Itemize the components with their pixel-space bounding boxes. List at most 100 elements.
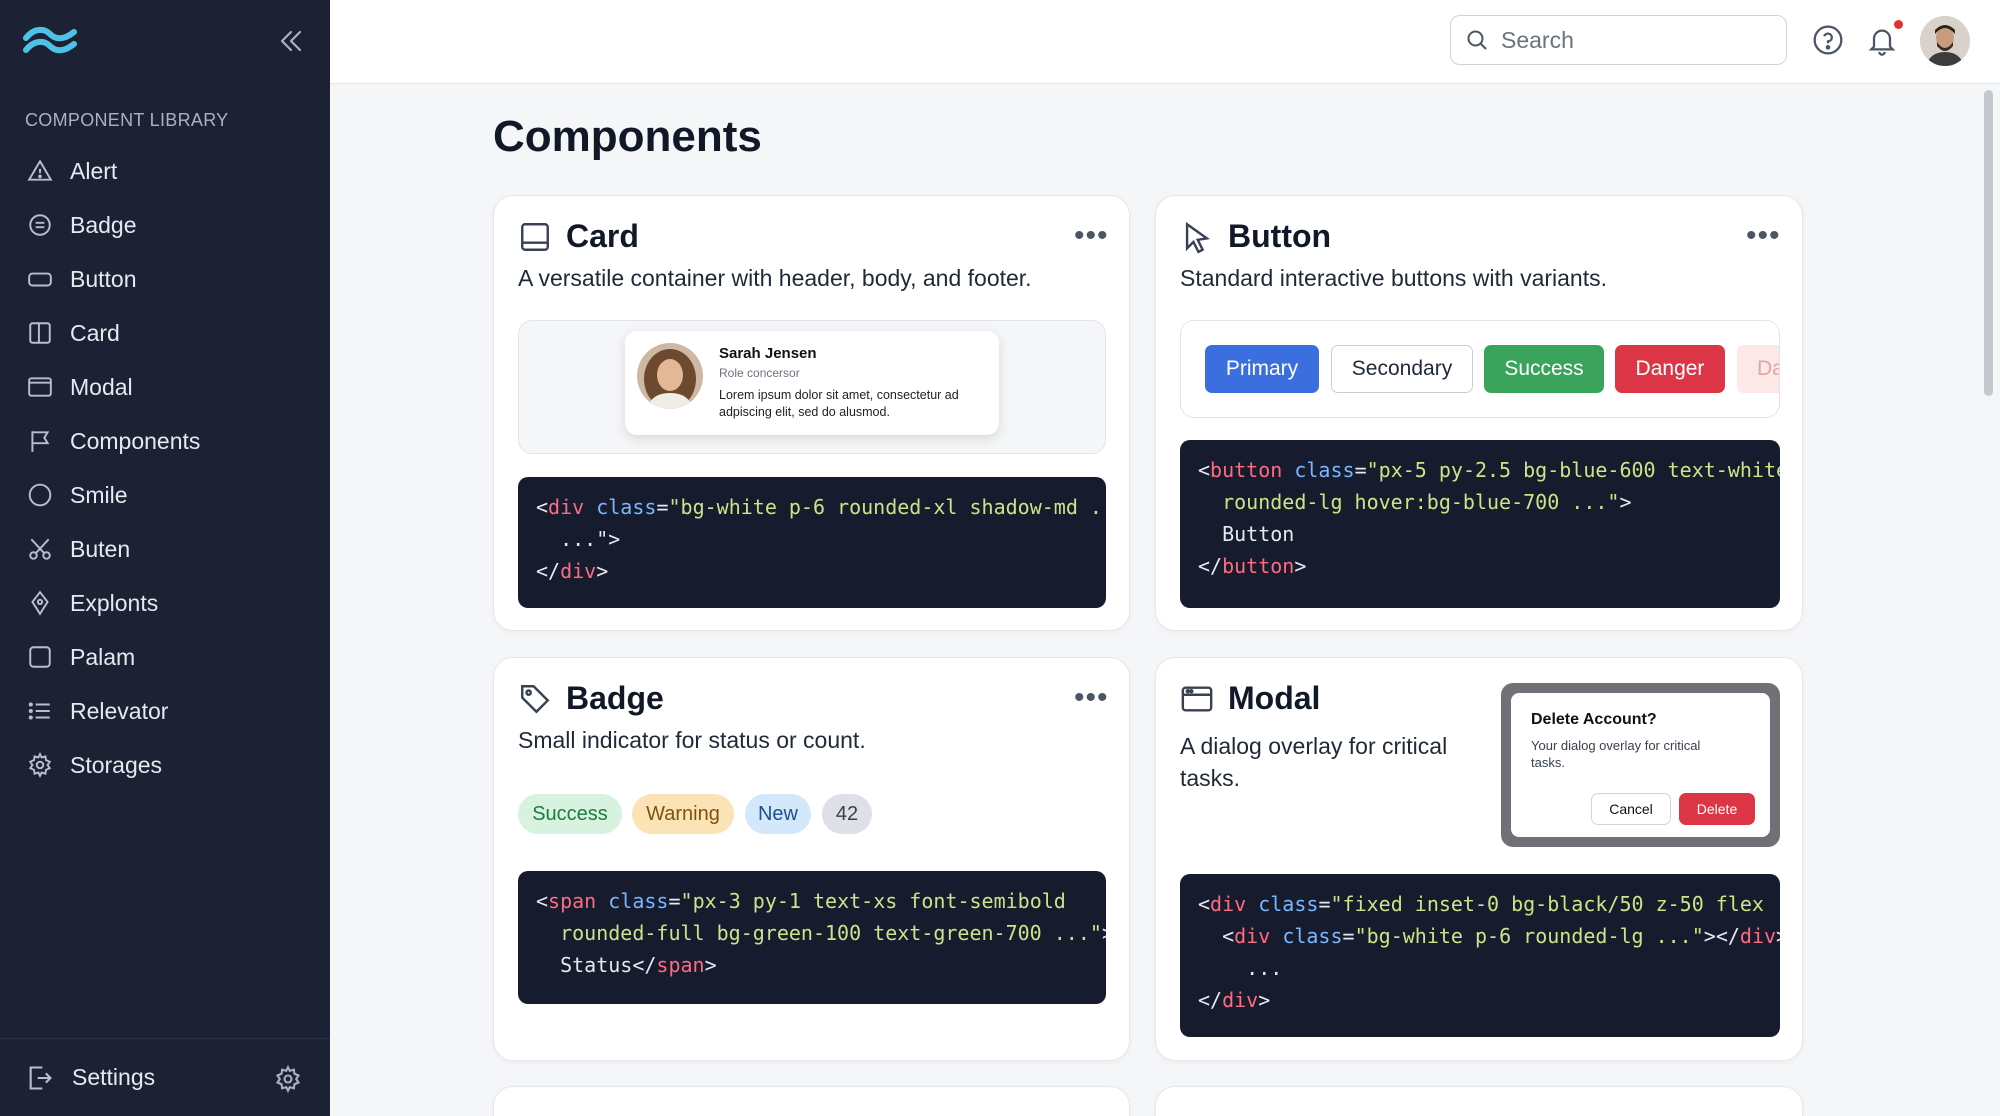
code-tag: div bbox=[1222, 988, 1259, 1012]
component-card-badge: Badge ••• Small indicator for status or … bbox=[493, 657, 1130, 1061]
modal-delete-button[interactable]: Delete bbox=[1679, 793, 1755, 825]
code-tag: div bbox=[1234, 924, 1271, 948]
code-tag: div bbox=[548, 495, 585, 519]
component-card-partial bbox=[1155, 1086, 1803, 1116]
code-block: <div class="bg-white p-6 rounded-xl shad… bbox=[518, 477, 1106, 608]
code-attr: class bbox=[1294, 458, 1355, 482]
sidebar-item-modal[interactable]: Modal bbox=[0, 360, 330, 414]
sidebar-item-buten[interactable]: Buten bbox=[0, 522, 330, 576]
sidebar-item-label: Storages bbox=[70, 751, 163, 778]
code-tag: div bbox=[1210, 892, 1247, 916]
code-attr: class bbox=[608, 889, 669, 913]
danger-button[interactable]: Danger bbox=[1615, 345, 1725, 393]
code-tag: span bbox=[548, 889, 597, 913]
help-icon[interactable] bbox=[1812, 24, 1844, 56]
button-preview: Primary Secondary Success Danger Da bbox=[1180, 320, 1780, 418]
collapse-sidebar-icon[interactable] bbox=[278, 28, 304, 54]
scissors-icon bbox=[26, 535, 54, 563]
profile-text-line: adpiscing elit, sed do alusmod. bbox=[719, 405, 890, 419]
card-title: Button bbox=[1228, 218, 1332, 254]
sidebar-item-label: Buten bbox=[70, 535, 131, 562]
card-preview: Sarah Jensen Role concersor Lorem ipsum … bbox=[518, 320, 1106, 454]
description-line: A dialog overlay for critical bbox=[1180, 733, 1448, 759]
pen-nib-icon bbox=[26, 589, 54, 617]
code-string: "px-3 py-1 text-xs font-semibold bbox=[680, 889, 1066, 913]
square-icon bbox=[26, 643, 54, 671]
code-block: <div class="fixed inset-0 bg-black/50 z-… bbox=[1180, 874, 1780, 1037]
primary-button[interactable]: Primary bbox=[1205, 345, 1319, 393]
avatar-image bbox=[1920, 16, 1970, 66]
topbar bbox=[330, 0, 2000, 84]
search-input[interactable] bbox=[1501, 26, 1771, 54]
sidebar-footer-settings[interactable]: Settings bbox=[0, 1038, 330, 1116]
code-string: "fixed inset-0 bg-black/50 z-50 flex ... bbox=[1330, 892, 1780, 916]
sidebar-item-card[interactable]: Card bbox=[0, 306, 330, 360]
modal-icon bbox=[26, 373, 54, 401]
search-box[interactable] bbox=[1450, 15, 1787, 65]
sidebar-item-storages[interactable]: Storages bbox=[0, 738, 330, 792]
code-block: <span class="px-3 py-1 text-xs font-semi… bbox=[518, 871, 1106, 1004]
warning-badge: Warning bbox=[632, 794, 734, 834]
sidebar-item-badge[interactable]: Badge bbox=[0, 198, 330, 252]
settings-gear-icon[interactable] bbox=[274, 1065, 302, 1093]
page-title: Components bbox=[493, 112, 762, 161]
component-card-partial bbox=[493, 1086, 1130, 1116]
card-icon bbox=[26, 319, 54, 347]
code-line: Status bbox=[536, 953, 633, 977]
secondary-button[interactable]: Secondary bbox=[1331, 345, 1473, 393]
card-icon bbox=[521, 222, 549, 251]
code-tag: button bbox=[1222, 554, 1295, 578]
sidebar-item-palam[interactable]: Palam bbox=[0, 630, 330, 684]
window-icon bbox=[1181, 685, 1213, 712]
list-icon bbox=[26, 697, 54, 725]
profile-role: Role concersor bbox=[719, 366, 800, 380]
success-button[interactable]: Success bbox=[1484, 345, 1604, 393]
user-avatar[interactable] bbox=[1920, 16, 1970, 66]
code-string: rounded-full bg-green-100 text-green-700… bbox=[536, 921, 1102, 945]
sidebar-item-label: Relevator bbox=[70, 697, 169, 724]
search-icon bbox=[1467, 30, 1487, 50]
settings-label: Settings bbox=[72, 1064, 156, 1090]
sidebar-item-components[interactable]: Components bbox=[0, 414, 330, 468]
code-tag: div bbox=[1739, 924, 1777, 948]
sidebar-item-label: Alert bbox=[70, 157, 118, 184]
preview-profile-card: Sarah Jensen Role concersor Lorem ipsum … bbox=[625, 331, 999, 435]
component-card-card: Card ••• A versatile container with head… bbox=[493, 195, 1130, 631]
flag-icon bbox=[26, 427, 54, 455]
sidebar-nav: Alert Badge Button Card Modal Components… bbox=[0, 144, 330, 792]
card-header: Modal bbox=[1180, 680, 1320, 717]
code-line: ..."> bbox=[536, 527, 621, 551]
sidebar-item-relevator[interactable]: Relevator bbox=[0, 684, 330, 738]
modal-title: Delete Account? bbox=[1531, 711, 1657, 728]
sidebar-item-label: Components bbox=[70, 427, 201, 454]
code-line: Button bbox=[1198, 522, 1295, 546]
partial-button[interactable]: Da bbox=[1737, 345, 1779, 393]
code-line: ... bbox=[1198, 956, 1283, 980]
sidebar-item-button[interactable]: Button bbox=[0, 252, 330, 306]
code-tag: span bbox=[656, 953, 705, 977]
more-options-icon[interactable]: ••• bbox=[1074, 221, 1109, 251]
count-badge: 42 bbox=[822, 794, 872, 834]
component-card-button: Button ••• Standard interactive buttons … bbox=[1155, 195, 1803, 631]
more-options-icon[interactable]: ••• bbox=[1074, 683, 1109, 713]
profile-photo bbox=[637, 343, 703, 409]
modal-preview-backdrop: Delete Account? Your dialog overlay for … bbox=[1501, 683, 1780, 847]
card-description: Standard interactive buttons with varian… bbox=[1180, 265, 1608, 291]
sidebar: COMPONENT LIBRARY Alert Badge Button Car… bbox=[0, 0, 330, 1116]
bell-icon[interactable] bbox=[1866, 24, 1898, 56]
gear-icon bbox=[26, 751, 54, 779]
modal-text-line: Your dialog overlay for critical bbox=[1531, 738, 1701, 753]
modal-cancel-button[interactable]: Cancel bbox=[1591, 793, 1671, 825]
sidebar-item-explonts[interactable]: Explonts bbox=[0, 576, 330, 630]
scrollbar-thumb[interactable] bbox=[1984, 90, 1993, 396]
code-block: <button class="px-5 py-2.5 bg-blue-600 t… bbox=[1180, 440, 1780, 608]
sidebar-item-label: Badge bbox=[70, 211, 137, 238]
tailwind-logo-icon[interactable] bbox=[22, 22, 78, 60]
sidebar-item-smile[interactable]: Smile bbox=[0, 468, 330, 522]
more-options-icon[interactable]: ••• bbox=[1746, 221, 1781, 251]
component-card-modal: Modal A dialog overlay for critical task… bbox=[1155, 657, 1803, 1061]
modal-text-line: tasks. bbox=[1531, 755, 1565, 770]
sidebar-item-alert[interactable]: Alert bbox=[0, 144, 330, 198]
card-header: Button bbox=[1180, 218, 1331, 255]
profile-text-line: Lorem ipsum dolor sit amet, consectetur … bbox=[719, 388, 959, 402]
